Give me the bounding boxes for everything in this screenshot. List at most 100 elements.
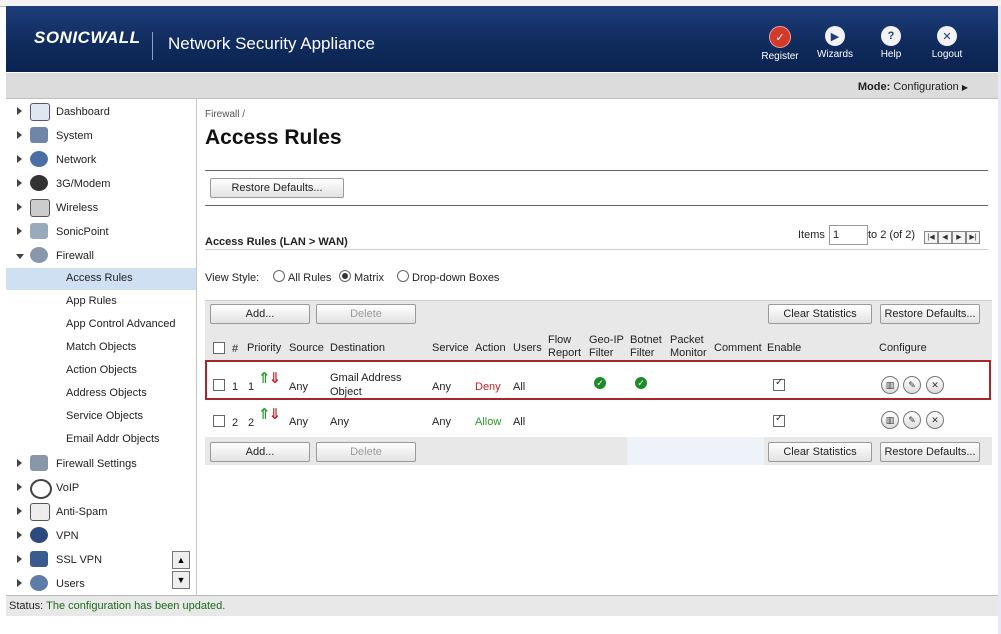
view-dropdown-radio[interactable] [397,270,409,282]
view-matrix-label: Matrix [354,272,384,284]
items-range: to 2 (of 2) [868,229,916,241]
expand-arrow-icon [17,555,22,563]
nav-sub-email-addr-objects[interactable]: Email Addr Objects [6,429,196,451]
view-matrix-radio[interactable] [339,270,351,282]
row-select-checkbox[interactable] [213,415,225,427]
nav-label: Wireless [56,202,99,214]
col-service[interactable]: Service [432,342,469,355]
left-navigation: Dashboard System Network 3G/Modem Wirele… [6,99,197,595]
nav-sub-service-objects[interactable]: Service Objects [6,406,196,428]
expand-arrow-icon [17,579,22,587]
nav-item-system[interactable]: System [6,126,196,148]
section-title: Access Rules (LAN > WAN) [205,236,348,248]
scroll-down-button[interactable]: ▼ [172,571,190,589]
view-style-label: View Style: [205,272,260,284]
nav-sub-match-objects[interactable]: Match Objects [6,337,196,359]
col-geo-ip-filter[interactable]: Geo-IP Filter [589,334,624,360]
nav-sub-label: Email Addr Objects [66,433,160,445]
nav-item-wireless[interactable]: Wireless [6,198,196,220]
breadcrumb[interactable]: Firewall / [205,109,245,120]
col-destination[interactable]: Destination [330,342,385,355]
nav-sub-app-rules[interactable]: App Rules [6,291,196,313]
wireless-icon [30,199,50,217]
help-button[interactable]: ? Help [866,26,916,60]
restore-defaults-top-button[interactable]: Restore Defaults... [210,178,344,198]
users-icon [30,575,48,591]
restore-defaults-button[interactable]: Restore Defaults... [880,304,980,324]
nav-item-network[interactable]: Network [6,150,196,172]
nav-item-dashboard[interactable]: Dashboard [6,102,196,124]
logout-icon: ✕ [937,26,957,46]
col-botnet-filter[interactable]: Botnet Filter [630,334,662,360]
enable-checkbox[interactable] [773,413,785,427]
nav-label: Firewall [56,250,94,262]
nav-sub-address-objects[interactable]: Address Objects [6,383,196,405]
wizards-button[interactable]: ▶ Wizards [810,26,860,60]
nav-label: Dashboard [56,106,110,118]
nav-sub-app-control-advanced[interactable]: App Control Advanced [6,314,196,336]
nav-item-firewall-settings[interactable]: Firewall Settings [6,454,196,476]
expand-arrow-icon [17,179,22,187]
clear-statistics-button-bottom[interactable]: Clear Statistics [768,442,872,462]
logout-button[interactable]: ✕ Logout [922,26,972,60]
nav-sub-action-objects[interactable]: Action Objects [6,360,196,382]
col-action[interactable]: Action [475,342,506,355]
first-page-button[interactable]: |◀ [924,231,938,244]
page-title: Access Rules [205,126,342,149]
expand-arrow-icon [17,203,22,211]
mode-bar: Mode: Configuration ▶ [6,73,998,99]
mode-selector[interactable]: Mode: Configuration ▶ [858,81,968,93]
row-priority: 2 [248,417,255,429]
col-botnet-line2: Filter [630,347,655,359]
edit-icon[interactable]: ✎ [903,411,921,429]
prev-page-button[interactable]: ◀ [938,231,952,244]
collapse-arrow-icon [16,254,24,259]
nav-item-users[interactable]: Users [6,574,196,596]
next-page-button[interactable]: ▶ [952,231,966,244]
view-dropdown-label: Drop-down Boxes [412,272,500,284]
section-divider [205,249,988,250]
nav-item-voip[interactable]: VoIP [6,478,196,500]
delete-rule-button[interactable]: Delete [316,304,416,324]
register-button[interactable]: ✓ Register [755,26,805,62]
items-label: Items [798,229,825,241]
scroll-up-button[interactable]: ▲ [172,551,190,569]
add-rule-button[interactable]: Add... [210,304,310,324]
col-packet-monitor[interactable]: Packet Monitor [670,334,707,360]
nav-item-firewall[interactable]: Firewall [6,246,196,268]
col-comment[interactable]: Comment [714,342,762,355]
delete-rule-button-bottom[interactable]: Delete [316,442,416,462]
col-flow-report[interactable]: Flow Report [548,334,581,360]
col-enable[interactable]: Enable [767,342,801,355]
nav-item-vpn[interactable]: VPN [6,526,196,548]
nav-item-sonicpoint[interactable]: SonicPoint [6,222,196,244]
status-label: Status: [9,600,44,612]
nav-item-ssl-vpn[interactable]: SSL VPN [6,550,196,572]
expand-arrow-icon [17,107,22,115]
sslvpn-icon [30,551,48,567]
nav-sub-access-rules[interactable]: Access Rules [6,268,196,290]
view-all-rules-radio[interactable] [273,270,285,282]
next-page-icon: ▶ [956,234,962,241]
clear-statistics-button[interactable]: Clear Statistics [768,304,872,324]
nav-item-3g-modem[interactable]: 3G/Modem [6,174,196,196]
last-page-button[interactable]: ▶| [966,231,980,244]
nav-sub-label: Address Objects [66,387,147,399]
col-source[interactable]: Source [289,342,324,355]
network-icon [30,151,48,167]
statistics-icon[interactable]: ▥ [881,411,899,429]
register-label: Register [761,51,799,62]
select-all-checkbox[interactable] [213,342,225,354]
delete-icon[interactable]: ✕ [926,411,944,429]
last-page-icon: ▶| [969,234,977,241]
priority-arrows-icon[interactable]: ⇑⇓ [258,405,281,423]
col-botnet-line1: Botnet [630,334,662,346]
restore-defaults-button-bottom[interactable]: Restore Defaults... [880,442,980,462]
system-icon [30,127,48,143]
table-row[interactable] [205,403,992,438]
add-rule-button-bottom[interactable]: Add... [210,442,310,462]
items-page-input[interactable]: 1 [829,225,868,245]
nav-item-anti-spam[interactable]: Anti-Spam [6,502,196,524]
col-priority[interactable]: Priority [247,342,281,355]
col-users[interactable]: Users [513,342,542,355]
